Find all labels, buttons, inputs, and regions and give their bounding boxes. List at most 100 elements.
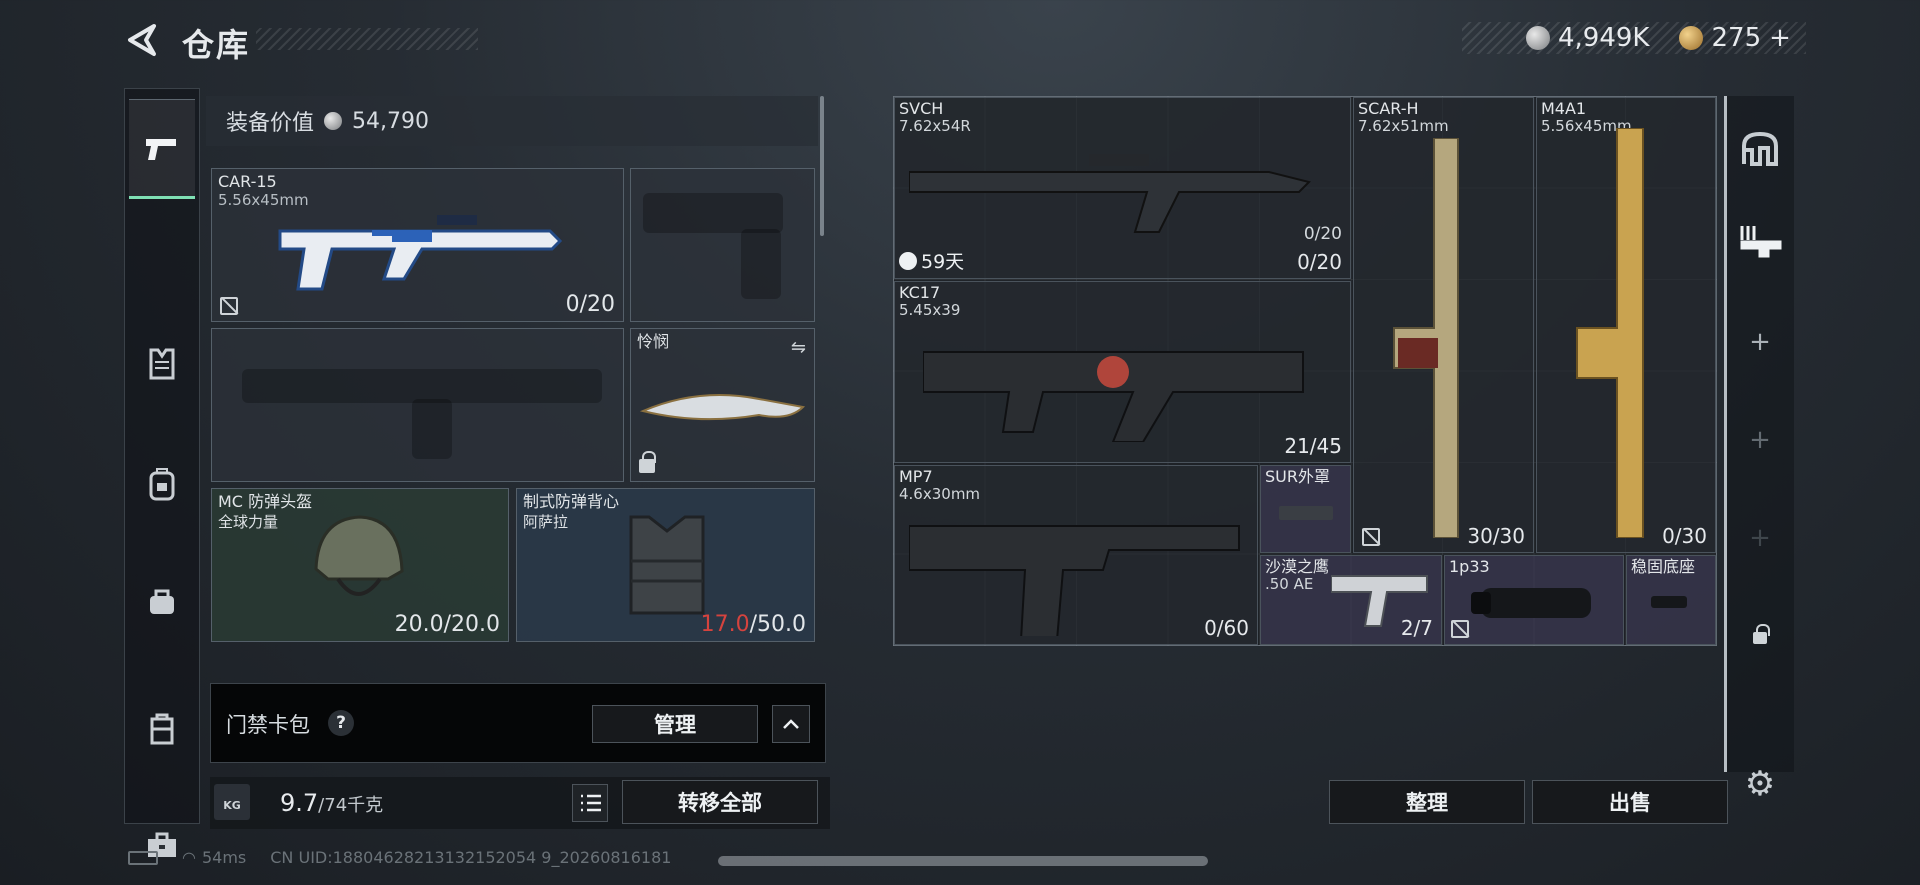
item-caliber: .50 AE xyxy=(1265,575,1314,593)
list-view-icon[interactable] xyxy=(572,784,608,822)
item-count: 2/7 xyxy=(1400,616,1433,640)
battery-icon xyxy=(128,850,158,865)
category-rail xyxy=(124,88,200,857)
helmet-name: MC 防弹头盔 xyxy=(218,492,313,511)
ammo-count: 0/20 xyxy=(565,292,615,317)
carry-weight-max: /74千克 xyxy=(318,795,384,816)
transfer-all-button[interactable]: 转移全部 xyxy=(622,780,818,824)
status-bar: ◠ 54ms CN UID:18804628213132152054 9_2026… xyxy=(128,848,671,867)
stash-item-1p33[interactable]: 1p33 xyxy=(1444,555,1624,645)
not-insured-icon xyxy=(1451,620,1469,638)
armor-brand: 阿萨拉 xyxy=(523,513,569,531)
sort-button[interactable]: 整理 xyxy=(1329,780,1525,824)
rail-backpack-tab[interactable] xyxy=(129,434,195,534)
silver-coin-icon xyxy=(1526,26,1550,50)
add-page-button-2[interactable]: + xyxy=(1728,410,1792,470)
plus-icon: + xyxy=(1749,327,1771,357)
horizontal-scroll-indicator[interactable] xyxy=(718,856,1208,866)
carry-weight: 9.7/74千克 xyxy=(280,789,383,817)
case-icon xyxy=(150,713,174,745)
rail-rig-tab[interactable] xyxy=(129,314,195,414)
pistol-icon xyxy=(146,139,176,160)
item-caliber: 7.62x51mm xyxy=(1358,117,1449,135)
stash-page-home[interactable] xyxy=(1728,118,1792,178)
currency-bar: 4,949K 275 + xyxy=(1462,22,1806,54)
keycard-pack-label: 门禁卡包 xyxy=(226,713,310,737)
add-gold-button[interactable]: + xyxy=(1769,23,1791,53)
item-count: 30/30 xyxy=(1467,524,1525,548)
item-name: 稳固底座 xyxy=(1631,557,1696,576)
add-page-button-3[interactable]: + xyxy=(1728,508,1792,568)
mp7-smg-image xyxy=(909,525,1240,636)
backpack-icon xyxy=(149,468,175,501)
melee-slot[interactable]: 怜悯 ⇋ xyxy=(630,328,815,482)
item-caliber: 7.62x54R xyxy=(899,117,971,135)
sell-button[interactable]: 出售 xyxy=(1532,780,1728,824)
melee-name: 怜悯 xyxy=(637,332,670,351)
manage-button[interactable]: 管理 xyxy=(592,705,758,743)
secondary-weapon-slot[interactable] xyxy=(211,328,624,482)
stash-item-sur-cover[interactable]: SUR外罩 xyxy=(1260,465,1351,553)
item-count: 21/45 xyxy=(1284,434,1342,458)
armor-slot[interactable]: 制式防弹背心 阿萨拉 17.0/50.0 xyxy=(516,488,815,642)
handguard-cover-image xyxy=(1279,506,1333,520)
helmet-slot[interactable]: MC 防弹头盔 全球力量 20.0/20.0 xyxy=(211,488,509,642)
rail-case-tab[interactable] xyxy=(129,679,195,779)
stash-item-svch[interactable]: SVCH 7.62x54R 0/20 0/20 59天 xyxy=(894,97,1351,279)
kc17-rifle-image xyxy=(923,351,1304,442)
item-count: 0/30 xyxy=(1662,524,1707,548)
locked-page xyxy=(1728,608,1792,668)
title-decoration xyxy=(256,28,478,50)
rail-pouch-tab[interactable] xyxy=(129,551,195,651)
equipment-value-amount: 54,790 xyxy=(352,108,429,134)
help-icon[interactable]: ? xyxy=(328,710,354,736)
ping: 54ms xyxy=(201,848,247,867)
weight-kg-icon: KG xyxy=(214,784,250,820)
equipment-value-label: 装备价值 xyxy=(226,111,315,136)
weapon-name: CAR-15 xyxy=(218,172,277,191)
stash-item-stable-base[interactable]: 稳固底座 xyxy=(1626,555,1716,645)
stash-item-m4a1[interactable]: M4A1 5.56x45mm 0/30 xyxy=(1536,97,1716,553)
back-arrow-icon[interactable] xyxy=(124,22,160,58)
svch-rifle-image xyxy=(909,154,1311,233)
collapse-chevron-icon[interactable] xyxy=(772,705,810,743)
stash-item-kc17[interactable]: KC17 5.45x39 21/45 xyxy=(894,281,1351,463)
lock-icon xyxy=(1753,624,1770,644)
item-count: 0/20 xyxy=(1297,250,1342,274)
stash-item-desert-eagle[interactable]: 沙漠之鹰 .50 AE 2/7 xyxy=(1260,555,1442,645)
helmet-image xyxy=(314,515,404,596)
item-name: SVCH xyxy=(899,99,944,118)
item-count: 0/60 xyxy=(1204,616,1249,640)
plus-icon: + xyxy=(1749,425,1771,455)
equipment-value: 装备价值 54,790 xyxy=(206,96,818,146)
item-name: 沙漠之鹰 xyxy=(1265,557,1330,576)
loadout-scrollbar[interactable] xyxy=(820,96,824,236)
rail-weapons-tab[interactable] xyxy=(129,99,195,199)
weapon-rack-icon xyxy=(1740,226,1782,258)
rail-toolbox-tab[interactable] xyxy=(129,795,195,885)
item-name: SCAR-H xyxy=(1358,99,1419,118)
primary-weapon-slot[interactable]: CAR-15 5.56x45mm 0/20 xyxy=(211,168,624,322)
silver-amount: 4,949K xyxy=(1558,23,1650,53)
swap-icon[interactable]: ⇋ xyxy=(791,337,806,358)
helmet-brand: 全球力量 xyxy=(218,513,279,531)
add-page-button[interactable]: + xyxy=(1728,312,1792,372)
not-insured-icon xyxy=(1362,528,1380,546)
pistol-slot[interactable] xyxy=(630,168,815,322)
settings-gear-icon[interactable]: ⚙ xyxy=(1728,754,1792,814)
stash-item-mp7[interactable]: MP7 4.6x30mm 0/60 xyxy=(894,465,1258,645)
scar-h-rifle-image xyxy=(1393,138,1459,538)
rifle-placeholder-mag xyxy=(412,399,452,459)
helmet-durability: 20.0/20.0 xyxy=(394,612,500,637)
knife-image xyxy=(639,394,806,421)
stash-item-scar-h[interactable]: SCAR-H 7.62x51mm 30/30 xyxy=(1353,97,1534,553)
item-count-secondary: 0/20 xyxy=(1303,224,1342,244)
gold-coin-icon xyxy=(1679,26,1704,50)
car15-rifle-image xyxy=(278,215,563,291)
stash-page-weapons[interactable] xyxy=(1728,210,1792,270)
user-uid: CN UID:18804628213132152054 9_2026081618… xyxy=(270,848,672,867)
arch-icon xyxy=(1742,131,1778,166)
lock-icon xyxy=(639,451,656,473)
armor-name: 制式防弹背心 xyxy=(523,492,620,511)
page-title: 仓库 xyxy=(182,26,251,64)
